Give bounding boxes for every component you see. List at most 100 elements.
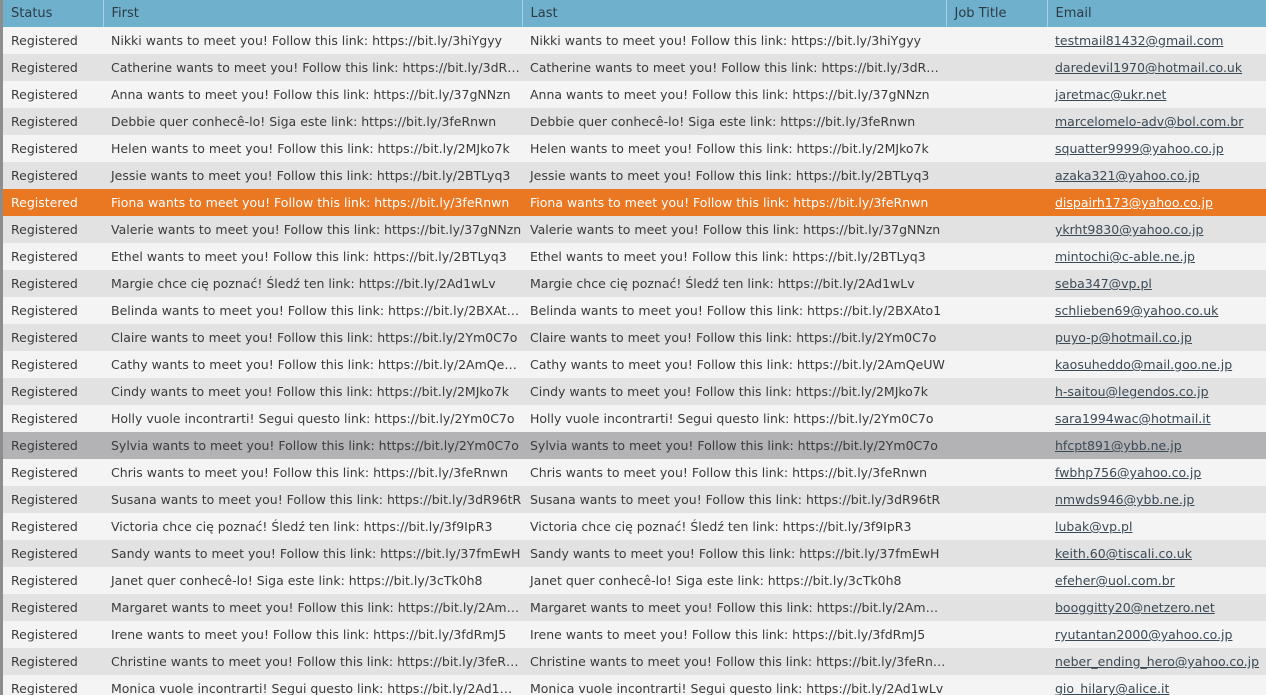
email-link[interactable]: gio_hilary@alice.it bbox=[1055, 681, 1169, 695]
cell-first: Sylvia wants to meet you! Follow this li… bbox=[103, 432, 522, 459]
table-row[interactable]: Registered Claire wants to meet you! Foll… bbox=[3, 324, 1266, 351]
table-row[interactable]: Registered Sandy wants to meet you! Follo… bbox=[3, 540, 1266, 567]
email-link[interactable]: mintochi@c-able.ne.jp bbox=[1055, 249, 1195, 264]
header-row: Status First Last Job Title Email bbox=[3, 0, 1266, 27]
table-row[interactable]: Registered Margie chce cię poznać! Śledź … bbox=[3, 270, 1266, 297]
table-row[interactable]: Registered Catherine wants to meet you! F… bbox=[3, 54, 1266, 81]
cell-job-title bbox=[946, 675, 1047, 695]
table-row[interactable]: Registered Irene wants to meet you! Follo… bbox=[3, 621, 1266, 648]
email-link[interactable]: testmail81432@gmail.com bbox=[1055, 33, 1223, 48]
email-link[interactable]: kaosuheddo@mail.goo.ne.jp bbox=[1055, 357, 1232, 372]
table-row[interactable]: Registered Jessie wants to meet you! Foll… bbox=[3, 162, 1266, 189]
cell-status: Registered bbox=[3, 432, 103, 459]
cell-job-title bbox=[946, 216, 1047, 243]
cell-first: Catherine wants to meet you! Follow this… bbox=[103, 54, 522, 81]
cell-last: Fiona wants to meet you! Follow this lin… bbox=[522, 189, 946, 216]
email-link[interactable]: lubak@vp.pl bbox=[1055, 519, 1132, 534]
cell-email: marcelomelo-adv@bol.com.br bbox=[1047, 108, 1266, 135]
cell-status: Registered bbox=[3, 324, 103, 351]
cell-job-title bbox=[946, 486, 1047, 513]
table-row[interactable]: Registered Victoria chce cię poznać! Śled… bbox=[3, 513, 1266, 540]
cell-status: Registered bbox=[3, 567, 103, 594]
cell-first: Cathy wants to meet you! Follow this lin… bbox=[103, 351, 522, 378]
table-row[interactable]: Registered Holly vuole incontrarti! Segui… bbox=[3, 405, 1266, 432]
email-link[interactable]: keith.60@tiscali.co.uk bbox=[1055, 546, 1192, 561]
cell-last: Victoria chce cię poznać! Śledź ten link… bbox=[522, 513, 946, 540]
email-link[interactable]: hfcpt891@ybb.ne.jp bbox=[1055, 438, 1182, 453]
table-row[interactable]: Registered Cindy wants to meet you! Follo… bbox=[3, 378, 1266, 405]
cell-first: Monica vuole incontrarti! Segui questo l… bbox=[103, 675, 522, 695]
cell-last: Susana wants to meet you! Follow this li… bbox=[522, 486, 946, 513]
table-row[interactable]: Registered Fiona wants to meet you! Follo… bbox=[3, 189, 1266, 216]
table-row[interactable]: Registered Belinda wants to meet you! Fol… bbox=[3, 297, 1266, 324]
email-link[interactable]: booggitty20@netzero.net bbox=[1055, 600, 1215, 615]
table-row[interactable]: Registered Chris wants to meet you! Follo… bbox=[3, 459, 1266, 486]
email-link[interactable]: schlieben69@yahoo.co.uk bbox=[1055, 303, 1218, 318]
cell-job-title bbox=[946, 594, 1047, 621]
cell-first: Debbie quer conhecê-lo! Siga este link: … bbox=[103, 108, 522, 135]
column-header-last[interactable]: Last bbox=[522, 0, 947, 27]
table-row[interactable]: Registered Susana wants to meet you! Foll… bbox=[3, 486, 1266, 513]
email-link[interactable]: fwbhp756@yahoo.co.jp bbox=[1055, 465, 1201, 480]
column-header-email[interactable]: Email bbox=[1047, 0, 1266, 27]
table-row[interactable]: Registered Cathy wants to meet you! Follo… bbox=[3, 351, 1266, 378]
email-link[interactable]: ykrht9830@yahoo.co.jp bbox=[1055, 222, 1203, 237]
cell-status: Registered bbox=[3, 135, 103, 162]
cell-status: Registered bbox=[3, 540, 103, 567]
table-row[interactable]: Registered Nikki wants to meet you! Follo… bbox=[3, 27, 1266, 54]
cell-job-title bbox=[946, 567, 1047, 594]
email-link[interactable]: h-saitou@legendos.co.jp bbox=[1055, 384, 1209, 399]
table-row[interactable]: Registered Margaret wants to meet you! Fo… bbox=[3, 594, 1266, 621]
email-link[interactable]: marcelomelo-adv@bol.com.br bbox=[1055, 114, 1243, 129]
cell-status: Registered bbox=[3, 621, 103, 648]
table-row[interactable]: Registered Anna wants to meet you! Follow… bbox=[3, 81, 1266, 108]
cell-last: Catherine wants to meet you! Follow this… bbox=[522, 54, 946, 81]
cell-last: Janet quer conhecê-lo! Siga este link: h… bbox=[522, 567, 946, 594]
email-link[interactable]: puyo-p@hotmail.co.jp bbox=[1055, 330, 1192, 345]
cell-last: Cindy wants to meet you! Follow this lin… bbox=[522, 378, 946, 405]
column-header-first[interactable]: First bbox=[103, 0, 523, 27]
table-row[interactable]: Registered Monica vuole incontrarti! Segu… bbox=[3, 675, 1266, 695]
cell-first: Janet quer conhecê-lo! Siga este link: h… bbox=[103, 567, 522, 594]
cell-job-title bbox=[946, 135, 1047, 162]
cell-email: squatter9999@yahoo.co.jp bbox=[1047, 135, 1266, 162]
column-header-job-title[interactable]: Job Title bbox=[946, 0, 1048, 27]
email-link[interactable]: azaka321@yahoo.co.jp bbox=[1055, 168, 1200, 183]
cell-status: Registered bbox=[3, 27, 103, 54]
table-row[interactable]: Registered Helen wants to meet you! Follo… bbox=[3, 135, 1266, 162]
cell-status: Registered bbox=[3, 459, 103, 486]
email-link[interactable]: ryutantan2000@yahoo.co.jp bbox=[1055, 627, 1232, 642]
cell-job-title bbox=[946, 324, 1047, 351]
cell-status: Registered bbox=[3, 513, 103, 540]
cell-job-title bbox=[946, 243, 1047, 270]
cell-job-title bbox=[946, 162, 1047, 189]
email-link[interactable]: sara1994wac@hotmail.it bbox=[1055, 411, 1211, 426]
cell-first: Christine wants to meet you! Follow this… bbox=[103, 648, 522, 675]
cell-job-title bbox=[946, 297, 1047, 324]
column-header-status[interactable]: Status bbox=[3, 0, 104, 27]
table-row[interactable]: Registered Christine wants to meet you! F… bbox=[3, 648, 1266, 675]
cell-job-title bbox=[946, 108, 1047, 135]
email-link[interactable]: nmwds946@ybb.ne.jp bbox=[1055, 492, 1194, 507]
email-link[interactable]: neber_ending_hero@yahoo.co.jp bbox=[1055, 654, 1259, 669]
table-header: Status First Last Job Title Email bbox=[3, 0, 1266, 27]
table-row[interactable]: Registered Ethel wants to meet you! Follo… bbox=[3, 243, 1266, 270]
cell-first: Helen wants to meet you! Follow this lin… bbox=[103, 135, 522, 162]
email-link[interactable]: seba347@vp.pl bbox=[1055, 276, 1152, 291]
email-link[interactable]: jaretmac@ukr.net bbox=[1055, 87, 1166, 102]
email-link[interactable]: squatter9999@yahoo.co.jp bbox=[1055, 141, 1224, 156]
email-link[interactable]: efeher@uol.com.br bbox=[1055, 573, 1175, 588]
email-link[interactable]: dispairh173@yahoo.co.jp bbox=[1055, 195, 1213, 210]
table-row[interactable]: Registered Valerie wants to meet you! Fol… bbox=[3, 216, 1266, 243]
cell-first: Cindy wants to meet you! Follow this lin… bbox=[103, 378, 522, 405]
table-row[interactable]: Registered Debbie quer conhecê-lo! Siga e… bbox=[3, 108, 1266, 135]
table-row[interactable]: Registered Sylvia wants to meet you! Foll… bbox=[3, 432, 1266, 459]
cell-email: schlieben69@yahoo.co.uk bbox=[1047, 297, 1266, 324]
email-link[interactable]: daredevil1970@hotmail.co.uk bbox=[1055, 60, 1242, 75]
table-row[interactable]: Registered Janet quer conhecê-lo! Siga es… bbox=[3, 567, 1266, 594]
cell-first: Victoria chce cię poznać! Śledź ten link… bbox=[103, 513, 522, 540]
cell-last: Monica vuole incontrarti! Segui questo l… bbox=[522, 675, 946, 695]
cell-last: Christine wants to meet you! Follow this… bbox=[522, 648, 946, 675]
cell-job-title bbox=[946, 54, 1047, 81]
cell-job-title bbox=[946, 432, 1047, 459]
